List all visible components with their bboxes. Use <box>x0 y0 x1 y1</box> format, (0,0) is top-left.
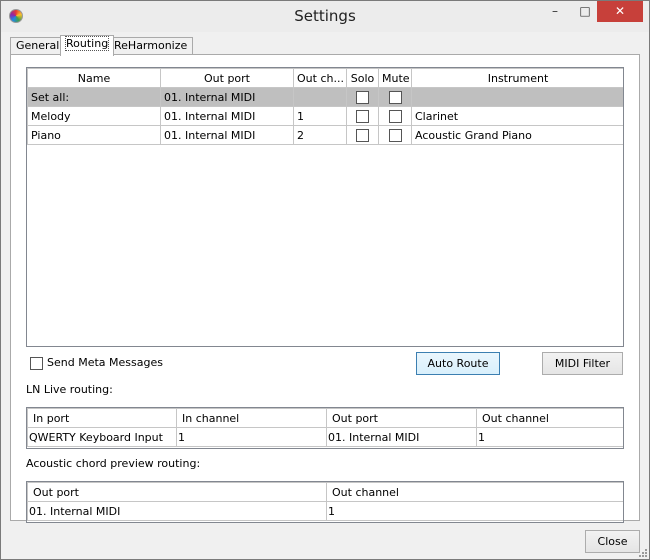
column-header-name[interactable]: Name <box>27 68 161 88</box>
column-header-out-port[interactable]: Out port <box>27 482 327 502</box>
send-meta-label: Send Meta Messages <box>47 356 163 369</box>
live-routing-table: In port In channel Out port Out channel … <box>26 407 624 449</box>
in-port-cell[interactable]: QWERTY Keyboard Input <box>27 427 177 447</box>
column-header-in-channel[interactable]: In channel <box>176 408 327 428</box>
out-port-cell[interactable]: 01. Internal MIDI <box>27 501 327 521</box>
mute-cell <box>378 125 412 145</box>
solo-cell <box>346 87 379 107</box>
chord-preview-header: Out port Out channel <box>27 482 623 502</box>
row-instrument[interactable]: Acoustic Grand Piano <box>411 125 623 145</box>
midi-filter-button[interactable]: MIDI Filter <box>542 352 623 375</box>
table-row[interactable]: 01. Internal MIDI 1 <box>27 501 623 521</box>
row-out-channel[interactable]: 1 <box>293 106 347 126</box>
column-header-mute[interactable]: Mute <box>378 68 412 88</box>
chord-preview-label: Acoustic chord preview routing: <box>26 457 201 470</box>
table-row-melody[interactable]: Melody 01. Internal MIDI 1 Clarinet <box>27 106 623 126</box>
auto-route-button[interactable]: Auto Route <box>416 352 500 375</box>
tab-reharmonize[interactable]: ReHarmonize <box>108 37 194 55</box>
in-channel-cell[interactable]: 1 <box>176 427 327 447</box>
routing-table-header: Name Out port Out ch... Solo Mute Instru… <box>27 68 623 88</box>
send-meta-messages-option[interactable]: Send Meta Messages <box>30 356 163 370</box>
resize-grip-icon[interactable] <box>637 547 647 557</box>
row-name: Piano <box>27 125 161 145</box>
column-header-out-port[interactable]: Out port <box>326 408 477 428</box>
mute-checkbox[interactable] <box>388 109 402 123</box>
row-name: Set all: <box>27 87 161 107</box>
column-header-solo[interactable]: Solo <box>346 68 379 88</box>
solo-checkbox[interactable] <box>356 128 369 142</box>
column-header-out-channel[interactable]: Out channel <box>326 482 623 502</box>
row-out-channel[interactable] <box>293 87 347 107</box>
out-port-cell[interactable]: 01. Internal MIDI <box>326 427 477 447</box>
live-routing-header: In port In channel Out port Out channel <box>27 408 623 428</box>
tab-general[interactable]: General <box>10 37 66 55</box>
maximize-button[interactable]: □ <box>571 1 599 22</box>
solo-cell <box>346 125 379 145</box>
mute-cell <box>378 87 412 107</box>
solo-checkbox[interactable] <box>356 109 369 123</box>
table-row[interactable]: QWERTY Keyboard Input 1 01. Internal MID… <box>27 427 623 447</box>
row-out-port[interactable]: 01. Internal MIDI <box>160 125 294 145</box>
minimize-button[interactable]: – <box>541 1 569 22</box>
column-header-instrument[interactable]: Instrument <box>411 68 623 88</box>
live-routing-label: LN Live routing: <box>26 383 113 396</box>
chord-preview-table: Out port Out channel 01. Internal MIDI 1 <box>26 481 624 523</box>
routing-table: Name Out port Out ch... Solo Mute Instru… <box>26 67 624 347</box>
column-header-out-port[interactable]: Out port <box>160 68 294 88</box>
close-button[interactable]: Close <box>585 530 640 553</box>
row-instrument[interactable] <box>411 87 623 107</box>
title-bar[interactable]: Settings – □ ✕ <box>1 1 649 32</box>
table-row-piano[interactable]: Piano 01. Internal MIDI 2 Acoustic Grand… <box>27 125 623 145</box>
solo-cell <box>346 106 379 126</box>
mute-checkbox[interactable] <box>388 128 402 142</box>
row-instrument[interactable]: Clarinet <box>411 106 623 126</box>
row-out-port[interactable]: 01. Internal MIDI <box>160 106 294 126</box>
row-name: Melody <box>27 106 161 126</box>
table-row-set-all[interactable]: Set all: 01. Internal MIDI <box>27 87 623 107</box>
column-header-in-port[interactable]: In port <box>27 408 177 428</box>
solo-checkbox[interactable] <box>356 90 369 104</box>
row-out-port[interactable]: 01. Internal MIDI <box>160 87 294 107</box>
tab-routing[interactable]: Routing <box>60 35 115 56</box>
row-out-channel[interactable]: 2 <box>293 125 347 145</box>
send-meta-checkbox[interactable] <box>30 356 43 370</box>
close-window-button[interactable]: ✕ <box>597 1 643 22</box>
mute-checkbox[interactable] <box>388 90 402 104</box>
column-header-out-channel[interactable]: Out channel <box>476 408 623 428</box>
out-channel-cell[interactable]: 1 <box>476 427 623 447</box>
settings-window: Settings – □ ✕ General Routing ReHarmoni… <box>0 0 650 560</box>
out-channel-cell[interactable]: 1 <box>326 501 623 521</box>
column-header-out-channel[interactable]: Out ch... <box>293 68 347 88</box>
mute-cell <box>378 106 412 126</box>
